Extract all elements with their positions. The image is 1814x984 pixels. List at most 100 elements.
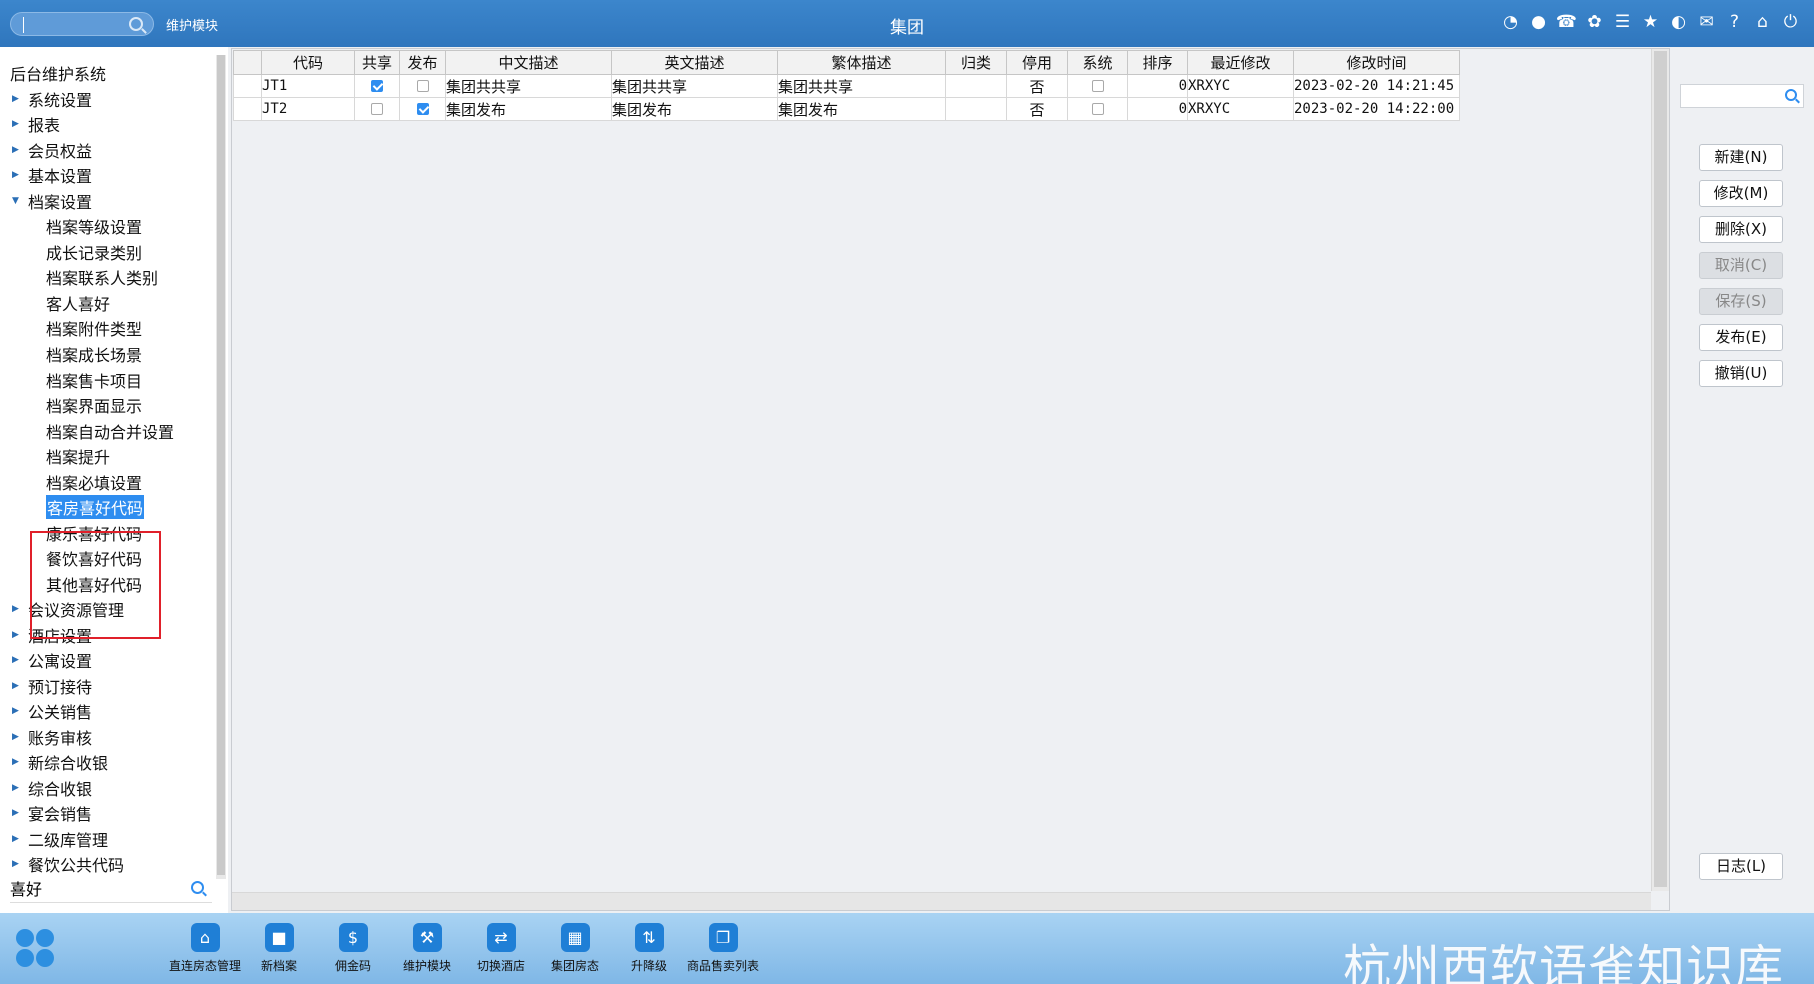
cell-time[interactable]: 2023-02-20 14:22:00 [1293, 97, 1460, 121]
sidebar-search-input[interactable] [10, 875, 180, 901]
wifi-icon[interactable]: ◔ [1501, 13, 1520, 32]
tree-item-pr-sales[interactable]: ▶ 公关销售 [12, 699, 92, 723]
row-indicator[interactable] [233, 74, 262, 98]
system-checkbox[interactable] [1091, 80, 1104, 92]
expand-arrow-icon[interactable]: ▶ [12, 757, 28, 767]
column-header[interactable]: 代码 [261, 50, 355, 75]
new-button[interactable]: 新建(N) [1699, 144, 1783, 171]
table-row[interactable]: JT2 集团发布 集团发布 集团发布 否 0 XRXYC 2023-02-20 … [233, 97, 1460, 121]
column-header[interactable]: 中文描述 [445, 50, 612, 75]
app-logo-icon[interactable] [16, 929, 56, 969]
collapse-arrow-icon[interactable]: ▼ [12, 196, 28, 206]
share-checkbox[interactable] [371, 80, 383, 92]
cell-share[interactable] [354, 97, 400, 121]
column-header[interactable]: 修改时间 [1293, 50, 1460, 75]
expand-arrow-icon[interactable]: ▶ [12, 170, 28, 180]
cancel-button[interactable]: 取消(C) [1699, 252, 1783, 279]
tree-child[interactable]: 档案售卡项目 [46, 368, 142, 392]
tree-scrollbar[interactable] [216, 55, 226, 879]
table-row[interactable]: JT1 集团共共享 集团共共享 集团共共享 否 0 XRXYC 2023-02-… [233, 74, 1460, 98]
tree-child[interactable]: 档案等级设置 [46, 214, 142, 238]
column-header[interactable]: 发布 [399, 50, 446, 75]
expand-arrow-icon[interactable]: ▶ [12, 732, 28, 742]
power-icon[interactable]: ⏻ [1781, 13, 1800, 32]
contrast-icon[interactable]: ◐ [1669, 13, 1688, 32]
cell-publish[interactable] [399, 97, 446, 121]
tree-item-member-benefits[interactable]: ▶ 会员权益 [12, 138, 92, 162]
cell-en-desc[interactable]: 集团共共享 [611, 74, 778, 98]
tree-item-banquet-sales[interactable]: ▶ 宴会销售 [12, 801, 92, 825]
tree-item-account-audit[interactable]: ▶ 账务审核 [12, 725, 92, 749]
palette-icon[interactable]: ✿ [1585, 13, 1604, 32]
scrollbar-thumb[interactable] [1654, 51, 1667, 887]
cell-system[interactable] [1067, 74, 1128, 98]
column-header[interactable]: 繁体描述 [777, 50, 946, 75]
row-indicator[interactable] [233, 97, 262, 121]
expand-arrow-icon[interactable]: ▶ [12, 859, 28, 869]
cell-cn-desc[interactable]: 集团共共享 [445, 74, 612, 98]
expand-arrow-icon[interactable]: ▶ [12, 681, 28, 691]
tree-item-new-cashier[interactable]: ▶ 新综合收银 [12, 750, 108, 774]
grid-horizontal-scrollbar[interactable] [232, 892, 1651, 910]
delete-button[interactable]: 删除(X) [1699, 216, 1783, 243]
expand-arrow-icon[interactable]: ▶ [12, 94, 28, 104]
taskbar-item-group-room-status[interactable]: ▦ 集团房态 [538, 923, 612, 974]
cell-disabled[interactable]: 否 [1006, 97, 1068, 121]
column-header[interactable]: 排序 [1127, 50, 1188, 75]
expand-arrow-icon[interactable]: ▶ [12, 808, 28, 818]
edit-button[interactable]: 修改(M) [1699, 180, 1783, 207]
star-icon[interactable]: ★ [1641, 13, 1660, 32]
cell-category[interactable] [945, 97, 1007, 121]
cell-system[interactable] [1067, 97, 1128, 121]
tree-child[interactable]: 成长记录类别 [46, 240, 142, 264]
tree-item-apartment-settings[interactable]: ▶ 公寓设置 [12, 648, 92, 672]
cell-time[interactable]: 2023-02-20 14:21:45 [1293, 74, 1460, 98]
expand-arrow-icon[interactable]: ▶ [12, 655, 28, 665]
expand-arrow-icon[interactable]: ▶ [12, 604, 28, 614]
taskbar-item-switch-hotel[interactable]: ⇄ 切换酒店 [464, 923, 538, 974]
tree-item-profile-settings[interactable]: ▼ 档案设置 [12, 189, 92, 213]
cell-modifier[interactable]: XRXYC [1187, 97, 1294, 121]
column-header[interactable]: 停用 [1006, 50, 1068, 75]
taskbar-item-upgrade-downgrade[interactable]: ⇅ 升降级 [612, 923, 686, 974]
tree-child[interactable]: 档案附件类型 [46, 316, 142, 340]
tree-child[interactable]: 档案必填设置 [46, 470, 142, 494]
system-checkbox[interactable] [1091, 103, 1104, 115]
cell-en-desc[interactable]: 集团发布 [611, 97, 778, 121]
search-icon[interactable] [191, 881, 204, 894]
column-header[interactable]: 系统 [1067, 50, 1128, 75]
share-checkbox[interactable] [371, 103, 383, 115]
tree-child-selected[interactable]: 客房喜好代码 [46, 495, 145, 519]
tree-item-system-settings[interactable]: ▶ 系统设置 [12, 87, 92, 111]
tree-child[interactable]: 档案成长场景 [46, 342, 142, 366]
taskbar-item-maintenance[interactable]: ⚒ 维护模块 [390, 923, 464, 974]
cell-tw-desc[interactable]: 集团发布 [777, 97, 946, 121]
expand-arrow-icon[interactable]: ▶ [12, 119, 28, 129]
sidebar-search[interactable] [10, 875, 212, 903]
publish-button[interactable]: 发布(E) [1699, 324, 1783, 351]
tree-item-sub-warehouse[interactable]: ▶ 二级库管理 [12, 827, 108, 851]
log-button[interactable]: 日志(L) [1699, 853, 1783, 880]
tree-item-fnb-codes[interactable]: ▶ 餐饮公共代码 [12, 852, 124, 875]
tree-item-reports[interactable]: ▶ 报表 [12, 112, 60, 136]
grid-vertical-scrollbar[interactable] [1651, 49, 1669, 891]
cell-code[interactable]: JT1 [261, 74, 355, 98]
tree-root[interactable]: 后台维护系统 [10, 61, 106, 85]
save-button[interactable]: 保存(S) [1699, 288, 1783, 315]
publish-checkbox[interactable] [416, 103, 429, 115]
column-header[interactable]: 共享 [354, 50, 400, 75]
cell-sort[interactable]: 0 [1127, 74, 1188, 98]
scrollbar-thumb[interactable] [217, 55, 225, 875]
expand-arrow-icon[interactable]: ▶ [12, 145, 28, 155]
menu-icon[interactable]: ☰ [1613, 13, 1632, 32]
tree-child[interactable]: 客人喜好 [46, 291, 110, 315]
phone-icon[interactable]: ☎ [1556, 13, 1577, 32]
revoke-button[interactable]: 撤销(U) [1699, 360, 1783, 387]
search-icon[interactable] [1785, 89, 1797, 101]
home-icon[interactable]: ⌂ [1753, 13, 1772, 32]
grid-search-input[interactable] [1680, 84, 1804, 108]
tree-child[interactable]: 档案提升 [46, 444, 110, 468]
cell-disabled[interactable]: 否 [1006, 74, 1068, 98]
tree-item-reservations[interactable]: ▶ 预订接待 [12, 674, 92, 698]
column-header[interactable]: 英文描述 [611, 50, 778, 75]
